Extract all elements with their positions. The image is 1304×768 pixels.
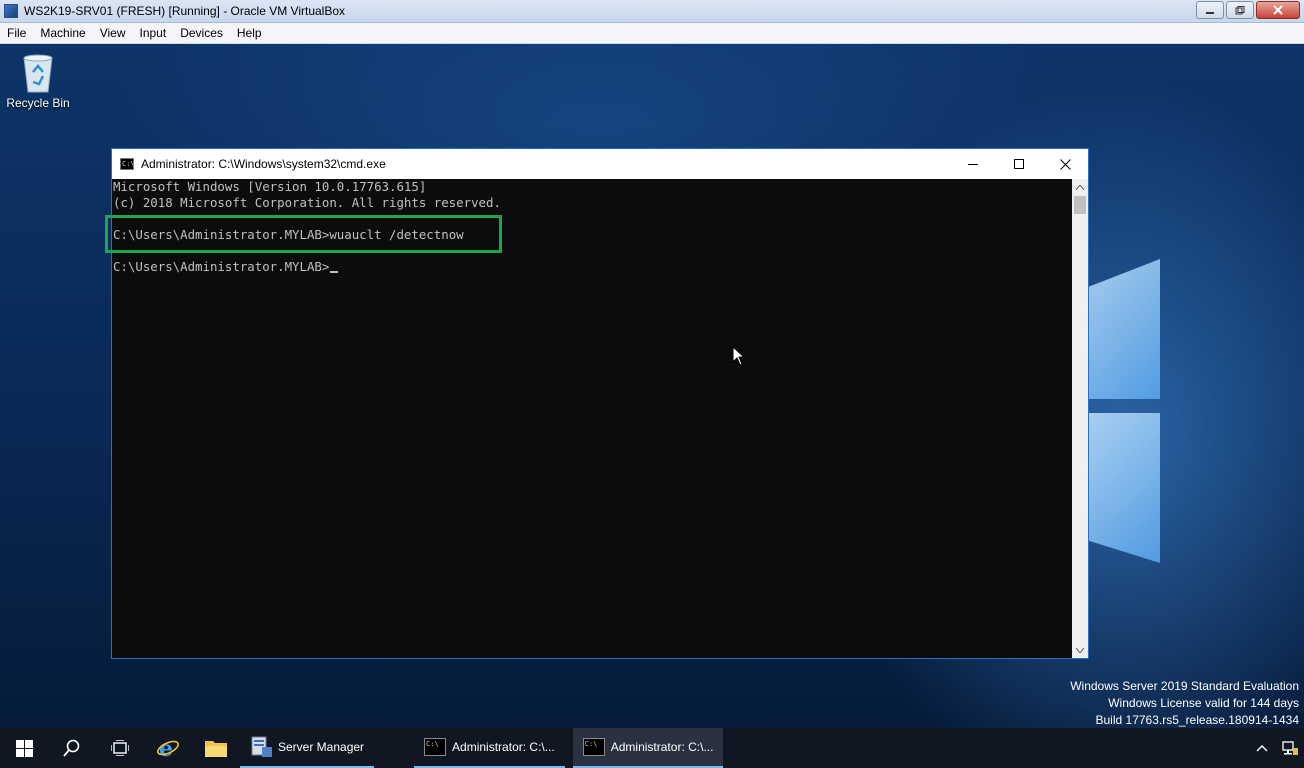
maximize-icon bbox=[1014, 159, 1024, 169]
close-icon bbox=[1273, 5, 1283, 15]
cmd-window[interactable]: C:\ Administrator: C:\Windows\system32\c… bbox=[105, 148, 1089, 659]
virtualbox-app-icon bbox=[4, 4, 18, 18]
menu-help[interactable]: Help bbox=[230, 26, 269, 40]
show-hidden-icons-button[interactable] bbox=[1248, 744, 1276, 752]
vb-close-button[interactable] bbox=[1256, 1, 1300, 19]
task-view-button[interactable] bbox=[96, 728, 144, 768]
windows-logo-wallpaper bbox=[1088, 259, 1160, 609]
search-button[interactable] bbox=[48, 728, 96, 768]
taskbar-app-label: Administrator: C:\... bbox=[452, 740, 555, 754]
cmd-titlebar[interactable]: C:\ Administrator: C:\Windows\system32\c… bbox=[112, 149, 1088, 179]
scroll-down-arrow-icon[interactable] bbox=[1072, 642, 1088, 658]
folder-icon bbox=[205, 741, 227, 757]
taskbar-app-label: Server Manager bbox=[278, 740, 365, 754]
menu-machine[interactable]: Machine bbox=[33, 26, 92, 40]
menu-input[interactable]: Input bbox=[133, 26, 174, 40]
cmd-window-title: Administrator: C:\Windows\system32\cmd.e… bbox=[141, 157, 386, 171]
console-output[interactable]: Microsoft Windows [Version 10.0.17763.61… bbox=[105, 179, 1072, 658]
console-line-command: C:\Users\Administrator.MYLAB>wuauclt /de… bbox=[113, 227, 464, 242]
logo-pane-top bbox=[1088, 259, 1160, 399]
virtualbox-window-controls bbox=[1196, 1, 1300, 19]
recycle-bin-icon bbox=[21, 52, 55, 93]
cmd-vertical-scrollbar[interactable] bbox=[1072, 179, 1088, 658]
system-tray bbox=[1248, 728, 1304, 768]
windows-start-icon bbox=[15, 739, 33, 757]
menu-file[interactable]: File bbox=[0, 26, 33, 40]
internet-explorer-icon: e bbox=[157, 736, 179, 760]
task-view-icon bbox=[111, 740, 129, 756]
chevron-up-icon bbox=[1256, 745, 1268, 752]
minimize-icon bbox=[968, 164, 978, 165]
taskbar: e Server Manager C:\ Administrator: C:\.… bbox=[0, 728, 1304, 768]
watermark-build: Build 17763.rs5_release.180914-1434 bbox=[1095, 713, 1300, 727]
guest-desktop: Recycle Bin C:\ Administrator: C:\Window… bbox=[0, 44, 1304, 728]
cmd-close-button[interactable] bbox=[1042, 149, 1088, 179]
network-icon bbox=[1282, 741, 1298, 755]
console-prompt: C:\Users\Administrator.MYLAB> bbox=[113, 259, 330, 274]
restore-icon bbox=[1235, 5, 1245, 14]
console-line: Microsoft Windows [Version 10.0.17763.61… bbox=[113, 179, 427, 194]
menu-devices[interactable]: Devices bbox=[173, 26, 230, 40]
virtualbox-window-title: WS2K19-SRV01 (FRESH) [Running] - Oracle … bbox=[24, 4, 346, 18]
svg-text:e: e bbox=[159, 736, 173, 760]
mouse-pointer-icon bbox=[732, 346, 746, 366]
taskbar-cmd-1[interactable]: C:\ Administrator: C:\... bbox=[414, 728, 565, 768]
close-icon bbox=[1059, 158, 1071, 170]
virtualbox-menubar: File Machine View Input Devices Help bbox=[0, 23, 1304, 44]
virtualbox-titlebar: WS2K19-SRV01 (FRESH) [Running] - Oracle … bbox=[0, 0, 1304, 23]
taskbar-server-manager[interactable]: Server Manager bbox=[240, 728, 375, 768]
taskbar-cmd-2[interactable]: C:\ Administrator: C:\... bbox=[572, 728, 724, 768]
watermark-license: Windows License valid for 144 days bbox=[1108, 696, 1299, 710]
start-button[interactable] bbox=[0, 728, 48, 768]
file-explorer-button[interactable] bbox=[192, 728, 240, 768]
recycle-bin-shortcut[interactable]: Recycle Bin bbox=[6, 52, 70, 110]
cmd-maximize-button[interactable] bbox=[996, 149, 1042, 179]
minimize-icon bbox=[1206, 12, 1214, 14]
cmd-window-controls bbox=[950, 149, 1088, 179]
network-tray-button[interactable] bbox=[1276, 740, 1304, 756]
server-manager-icon bbox=[251, 736, 272, 757]
logo-pane-bottom bbox=[1088, 413, 1160, 563]
console-line: (c) 2018 Microsoft Corporation. All righ… bbox=[113, 195, 501, 210]
cmd-minimize-button[interactable] bbox=[950, 149, 996, 179]
watermark-edition: Windows Server 2019 Standard Evaluation bbox=[1070, 679, 1299, 693]
vb-restore-button[interactable] bbox=[1226, 1, 1254, 19]
text-cursor bbox=[330, 271, 339, 273]
recycle-bin-label: Recycle Bin bbox=[6, 96, 70, 110]
search-icon bbox=[63, 739, 80, 757]
console-prompt-line: C:\Users\Administrator.MYLAB> bbox=[113, 259, 339, 275]
cmd-taskbar-icon: C:\ bbox=[582, 738, 605, 756]
scrollbar-thumb[interactable] bbox=[1074, 196, 1086, 214]
windows-evaluation-watermark: Windows Server 2019 Standard Evaluation … bbox=[1070, 678, 1299, 728]
menu-view[interactable]: View bbox=[93, 26, 133, 40]
cmd-taskbar-icon: C:\ bbox=[424, 738, 447, 756]
vb-minimize-button[interactable] bbox=[1196, 1, 1224, 19]
internet-explorer-button[interactable]: e bbox=[144, 728, 192, 768]
cmd-app-icon: C:\ bbox=[120, 158, 135, 170]
scroll-up-arrow-icon[interactable] bbox=[1072, 179, 1088, 195]
taskbar-app-label: Administrator: C:\... bbox=[610, 740, 714, 754]
